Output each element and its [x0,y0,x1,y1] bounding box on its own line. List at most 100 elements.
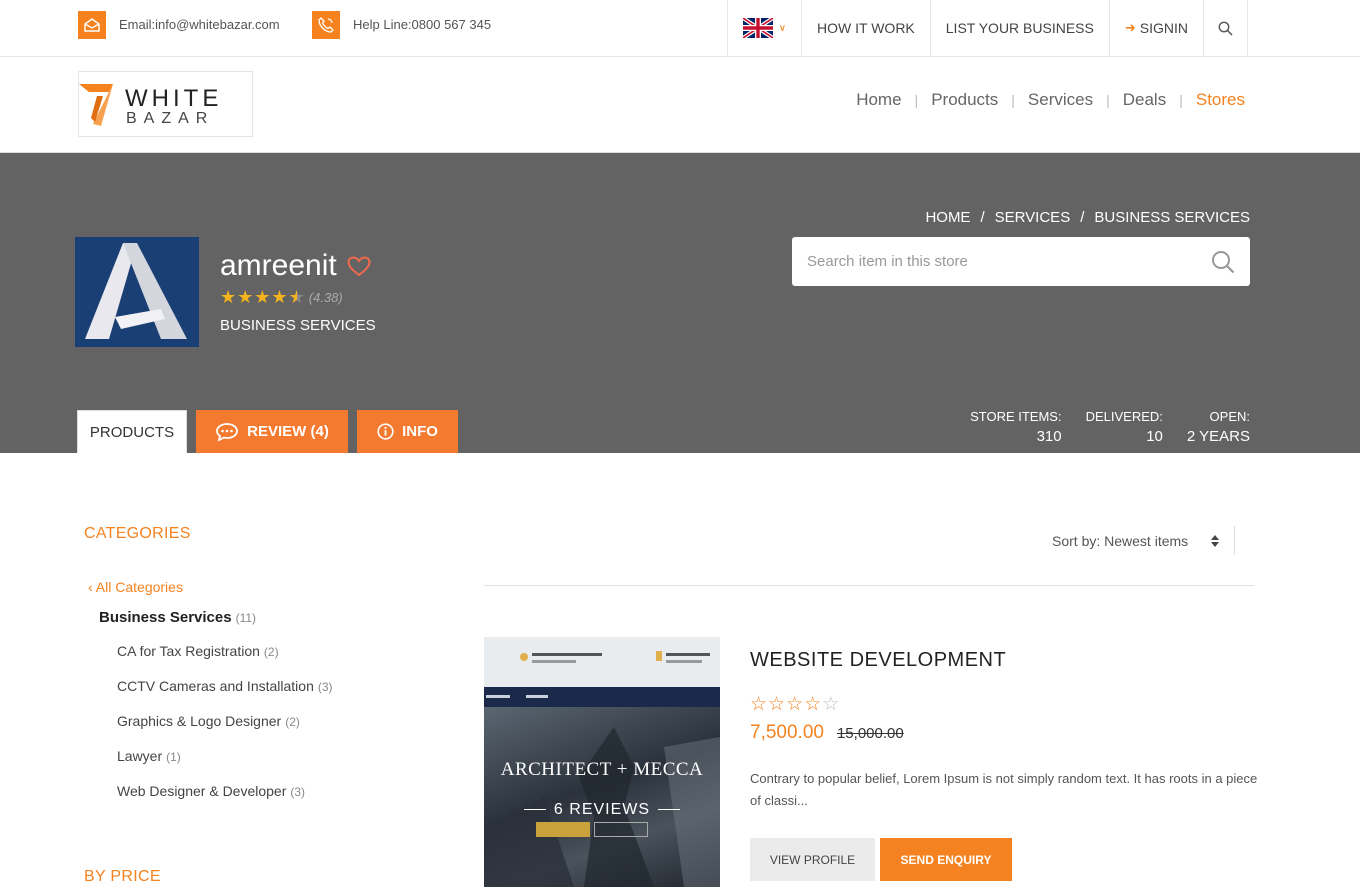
star-filled-icon: ☆ [750,694,768,715]
star-filled-icon: ☆ [786,694,804,715]
category-count: (2) [263,645,279,659]
category-count: (11) [235,611,257,625]
nav-home[interactable]: Home [856,90,901,110]
store-logo [75,237,199,347]
stat-label: STORE ITEMS: [970,409,1062,424]
product-title[interactable]: WEBSITE DEVELOPMENT [750,649,1006,672]
product-rating: ☆ ☆ ☆ ☆ ☆ [750,695,840,714]
site-logo[interactable]: WHITE BAZAR [78,71,253,137]
rating-value: (4.38) [308,289,343,305]
stat-store-items: STORE ITEMS: 310 [970,409,1062,445]
breadcrumb-services[interactable]: SERVICES [995,209,1071,226]
product-thumbnail[interactable]: ARCHITECT + MECCA 6 REVIEWS [484,637,720,887]
star-filled-icon: ★ [220,287,237,307]
email-contact[interactable]: Email:info@whitebazar.com [78,10,280,39]
category-count: (3) [290,785,306,799]
nav-deals[interactable]: Deals [1123,90,1166,110]
nav-separator: | [914,92,919,108]
list-your-business-link[interactable]: LIST YOUR BUSINESS [929,0,1109,56]
category-item[interactable]: CCTV Cameras and Installation (3) [117,678,333,694]
nav-products[interactable]: Products [931,90,998,110]
star-filled-icon: ★ [237,287,254,307]
stat-delivered: DELIVERED: 10 [1086,409,1163,445]
language-selector[interactable]: ∨ [726,0,801,56]
helpline-text: Help Line:0800 567 345 [353,17,492,32]
category-label: Business Services [99,609,232,626]
nav-separator: | [1106,92,1110,108]
signin-link[interactable]: ➜ SIGNIN [1108,0,1203,56]
email-text: Email:info@whitebazar.com [119,17,280,32]
category-label: CCTV Cameras and Installation [117,678,314,694]
helpline-contact[interactable]: Help Line:0800 567 345 [312,10,492,39]
category-item[interactable]: Web Designer & Developer (3) [117,783,305,799]
sort-arrows-icon [1210,534,1220,548]
categories-title: CATEGORIES [84,525,191,542]
sort-divider [1234,526,1235,555]
store-rating: ★ ★ ★ ★ ★ (4.38) [220,288,343,306]
store-stats: STORE ITEMS: 310 DELIVERED: 10 OPEN: 2 Y… [946,409,1250,445]
store-tabs: PRODUCTS REVIEW (4) INFO [77,410,467,453]
category-item[interactable]: CA for Tax Registration (2) [117,643,279,659]
stat-label: DELIVERED: [1085,409,1163,424]
heart-icon[interactable] [347,255,371,277]
star-filled-icon: ★ [271,287,288,307]
by-price-title: BY PRICE [84,868,161,885]
thumb-buttons [536,822,652,837]
nav-services[interactable]: Services [1028,90,1093,110]
store-name-text: amreenit [220,249,337,282]
star-empty-icon: ☆ [822,694,840,715]
nav-separator: | [1011,92,1015,108]
send-enquiry-button[interactable]: SEND ENQUIRY [880,838,1012,881]
star-filled-icon: ☆ [768,694,786,715]
tab-products[interactable]: PRODUCTS [77,410,187,453]
store-banner: HOME / SERVICES / BUSINESS SERVICES amre… [0,153,1360,453]
mail-icon [78,10,106,39]
sort-select[interactable]: Sort by: Newest items [1052,533,1220,549]
store-search-input[interactable] [807,253,1211,270]
search-icon [1218,21,1233,36]
category-label: Web Designer & Developer [117,783,287,799]
tab-review-label: REVIEW (4) [247,423,329,440]
view-profile-button[interactable]: VIEW PROFILE [750,838,875,881]
category-label: Graphics & Logo Designer [117,713,282,729]
thumb-header-strip [484,637,720,687]
product-description: Contrary to popular belief, Lorem Ipsum … [750,771,1258,808]
stat-value: 310 [1036,428,1062,445]
category-label: CA for Tax Registration [117,643,260,659]
search-icon[interactable] [1211,250,1235,274]
how-it-work-link[interactable]: HOW IT WORK [801,0,930,56]
tab-review[interactable]: REVIEW (4) [196,410,348,453]
category-count: (2) [285,715,300,729]
nav-separator: | [1179,92,1183,108]
phone-icon [312,10,340,39]
logo-mark-icon [79,84,113,126]
breadcrumb: HOME / SERVICES / BUSINESS SERVICES [925,209,1250,226]
logo-text-bottom: BAZAR [126,110,215,127]
tab-info[interactable]: INFO [357,410,458,453]
price-old: 15,000.00 [836,725,904,742]
category-label: Lawyer [117,748,163,764]
sort-label: Sort by: Newest items [1052,533,1189,549]
category-item[interactable]: Graphics & Logo Designer (2) [117,713,300,729]
category-item[interactable]: Lawyer (1) [117,748,181,764]
uk-flag-icon [742,18,773,38]
thumb-reviews: 6 REVIEWS [484,801,720,819]
nav-stores[interactable]: Stores [1196,90,1245,110]
breadcrumb-separator: / [980,209,985,226]
top-search-button[interactable] [1203,0,1248,56]
info-icon [377,423,394,440]
star-half-icon: ★ [288,287,305,307]
category-business-services[interactable]: Business Services (11) [99,609,256,626]
breadcrumb-home[interactable]: HOME [925,209,970,226]
thumb-photo [484,707,720,887]
stat-label: OPEN: [1209,409,1250,424]
all-categories-link[interactable]: ‹ All Categories [88,579,183,595]
store-category: BUSINESS SERVICES [220,317,376,334]
chevron-left-icon: ‹ [88,579,93,595]
tab-info-label: INFO [402,423,438,440]
all-categories-label: All Categories [95,579,183,595]
star-filled-icon: ★ [254,287,271,307]
breadcrumb-business-services[interactable]: BUSINESS SERVICES [1094,209,1250,226]
store-name: amreenit [220,249,371,283]
category-count: (3) [317,680,333,694]
